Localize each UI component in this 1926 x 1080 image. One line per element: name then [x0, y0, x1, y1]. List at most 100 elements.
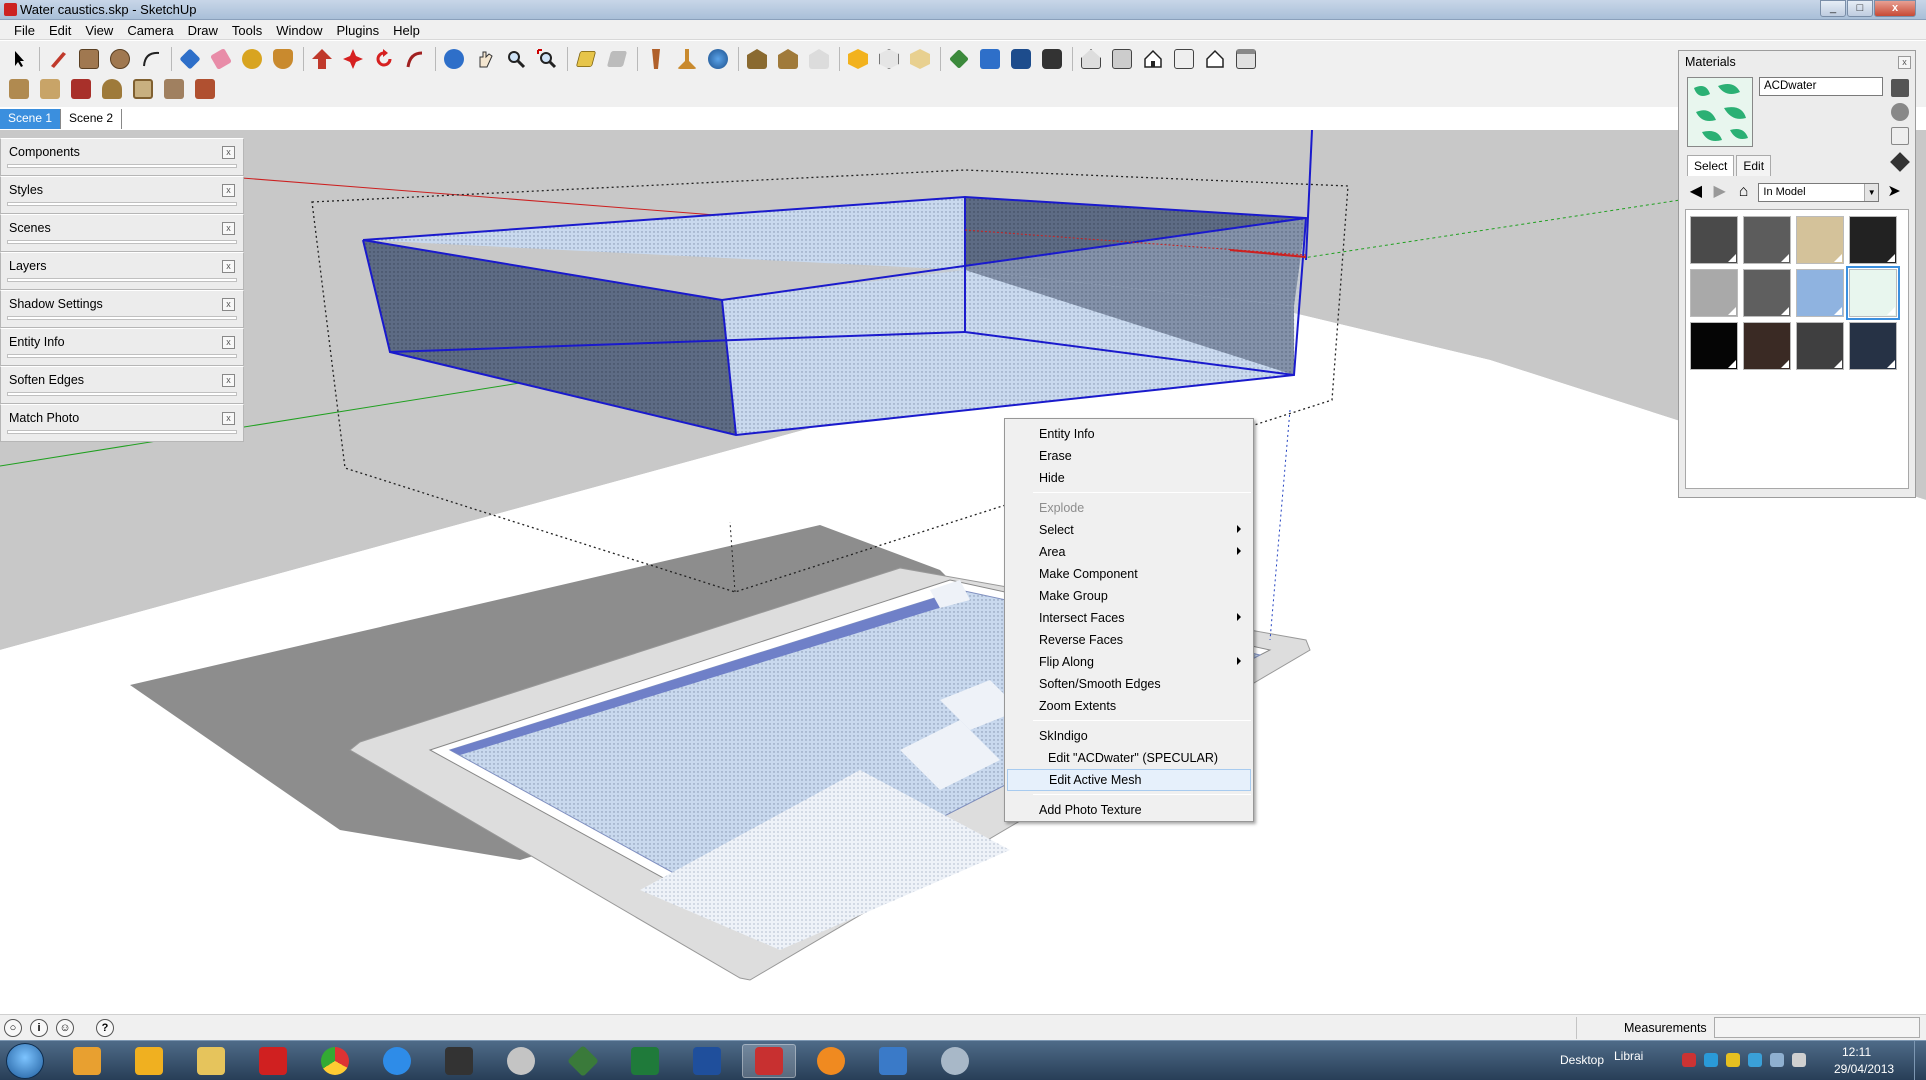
- taskbar-app-grey[interactable]: [928, 1044, 982, 1078]
- material-swatch[interactable]: [1796, 216, 1844, 264]
- indigo-tool[interactable]: [1039, 46, 1065, 72]
- tray-panel-shadow-settings[interactable]: Shadow Settings x: [0, 290, 244, 328]
- share-component-tool[interactable]: [806, 46, 832, 72]
- sandbox-smoove-tool[interactable]: [643, 46, 669, 72]
- create-material-icon[interactable]: [1891, 103, 1909, 121]
- taskbar-excel[interactable]: [618, 1044, 672, 1078]
- notification-icon[interactable]: [1726, 1053, 1740, 1067]
- get-models-tool[interactable]: [744, 46, 770, 72]
- material-swatch[interactable]: [1690, 269, 1738, 317]
- tray-panel-entity-info[interactable]: Entity Info x: [0, 328, 244, 366]
- material-swatch[interactable]: [1846, 266, 1900, 320]
- tray-panel-components[interactable]: Components x: [0, 138, 244, 176]
- view-right-house[interactable]: [1109, 46, 1135, 72]
- view-iso-house[interactable]: [1078, 46, 1104, 72]
- tray-close-icon[interactable]: x: [222, 374, 235, 387]
- push-pull-tool[interactable]: [309, 46, 335, 72]
- follow-me-tool[interactable]: [402, 46, 428, 72]
- context-menu-item[interactable]: Intersect Faces: [1007, 607, 1251, 629]
- menu-plugins[interactable]: Plugins: [331, 20, 388, 39]
- scene-tab-1[interactable]: Scene 1: [0, 109, 62, 129]
- material-swatch[interactable]: [1690, 322, 1738, 370]
- tray-close-icon[interactable]: x: [222, 146, 235, 159]
- menu-edit[interactable]: Edit: [43, 20, 79, 39]
- collection-select[interactable]: In Model ▼: [1758, 182, 1880, 202]
- sandbox-stamp-tool[interactable]: [674, 46, 700, 72]
- stamp-tool[interactable]: [99, 76, 125, 102]
- from-scratch-tool[interactable]: [37, 76, 63, 102]
- from-contours-tool[interactable]: [6, 76, 32, 102]
- tray-close-icon[interactable]: x: [222, 184, 235, 197]
- taskbar-word[interactable]: [680, 1044, 734, 1078]
- material-swatch[interactable]: [1743, 216, 1791, 264]
- rectangle-tool[interactable]: [76, 46, 102, 72]
- material-swatch[interactable]: [1690, 216, 1738, 264]
- context-menu-item[interactable]: Add Photo Texture: [1007, 799, 1251, 821]
- orbit-tool[interactable]: [441, 46, 467, 72]
- tray-panel-styles[interactable]: Styles x: [0, 176, 244, 214]
- taskbar-media-player[interactable]: [60, 1044, 114, 1078]
- taskbar-acrobat[interactable]: [246, 1044, 300, 1078]
- google-earth-tool[interactable]: [946, 46, 972, 72]
- clock-date[interactable]: 29/04/2013: [1834, 1062, 1894, 1076]
- taskbar-app-blue[interactable]: [866, 1044, 920, 1078]
- taskbar-explorer[interactable]: [184, 1044, 238, 1078]
- modeling-viewport[interactable]: [0, 130, 1926, 1008]
- back-arrow-icon[interactable]: ◀: [1687, 183, 1705, 201]
- taskbar-paint[interactable]: [494, 1044, 548, 1078]
- menu-file[interactable]: File: [8, 20, 43, 39]
- menu-help[interactable]: Help: [387, 20, 428, 39]
- tray-close-icon[interactable]: x: [222, 222, 235, 235]
- dropbox-icon[interactable]: [1748, 1053, 1762, 1067]
- flag-icon[interactable]: [1770, 1053, 1784, 1067]
- circle-tool[interactable]: [107, 46, 133, 72]
- desktop-toolbar-label[interactable]: Desktop: [1560, 1053, 1604, 1067]
- context-menu-item[interactable]: Zoom Extents: [1007, 695, 1251, 717]
- materials-close-icon[interactable]: x: [1898, 56, 1911, 69]
- top-view[interactable]: [876, 46, 902, 72]
- taskbar-sketchup[interactable]: [742, 1044, 796, 1078]
- close-button[interactable]: x: [1874, 0, 1916, 17]
- move-tool[interactable]: [340, 46, 366, 72]
- material-swatch[interactable]: [1743, 322, 1791, 370]
- materials-tab-select[interactable]: Select: [1687, 155, 1735, 176]
- tray-panel-match-photo[interactable]: Match Photo x: [0, 404, 244, 442]
- shield-icon[interactable]: [1682, 1053, 1696, 1067]
- material-swatch[interactable]: [1849, 322, 1897, 370]
- start-button[interactable]: [6, 1043, 44, 1079]
- libraries-toolbar-label[interactable]: Librai: [1614, 1049, 1643, 1063]
- sample-paint-icon[interactable]: [1890, 152, 1910, 172]
- menu-view[interactable]: View: [79, 20, 121, 39]
- context-menu-item[interactable]: Flip Along: [1007, 651, 1251, 673]
- taskbar-autocad[interactable]: [432, 1044, 486, 1078]
- tray-close-icon[interactable]: x: [222, 412, 235, 425]
- context-menu-item[interactable]: Hide: [1007, 467, 1251, 489]
- line-tool[interactable]: [45, 46, 71, 72]
- tray-panel-soften-edges[interactable]: Soften Edges x: [0, 366, 244, 404]
- context-menu-item[interactable]: SkIndigo: [1007, 725, 1251, 747]
- maximize-button[interactable]: □: [1847, 0, 1873, 17]
- context-menu-item[interactable]: Area: [1007, 541, 1251, 563]
- show-desktop-button[interactable]: [1914, 1041, 1926, 1080]
- skype-icon[interactable]: [1704, 1053, 1718, 1067]
- context-menu-item[interactable]: Entity Info: [1007, 423, 1251, 445]
- clock-time[interactable]: 12:11: [1842, 1045, 1871, 1059]
- help-icon[interactable]: ?: [96, 1019, 114, 1037]
- taskbar-outlook[interactable]: [122, 1044, 176, 1078]
- materials-tab-edit[interactable]: Edit: [1736, 155, 1772, 176]
- context-menu-item[interactable]: Erase: [1007, 445, 1251, 467]
- share-model-tool[interactable]: [775, 46, 801, 72]
- taskbar-app-orange[interactable]: [804, 1044, 858, 1078]
- tape-measure-tool[interactable]: [239, 46, 265, 72]
- drape-tool[interactable]: [130, 76, 156, 102]
- arc-tool[interactable]: [138, 46, 164, 72]
- context-menu-item[interactable]: Select: [1007, 519, 1251, 541]
- user-icon[interactable]: ☺: [56, 1019, 74, 1037]
- rotate-tool[interactable]: [371, 46, 397, 72]
- tray-panel-layers[interactable]: Layers x: [0, 252, 244, 290]
- home-icon[interactable]: ⌂: [1735, 183, 1753, 201]
- context-menu-item[interactable]: Make Component: [1007, 563, 1251, 585]
- taskbar-layout[interactable]: [556, 1044, 610, 1078]
- context-menu-item[interactable]: Edit "ACDwater" (SPECULAR): [1007, 747, 1251, 769]
- zoom-tool[interactable]: [503, 46, 529, 72]
